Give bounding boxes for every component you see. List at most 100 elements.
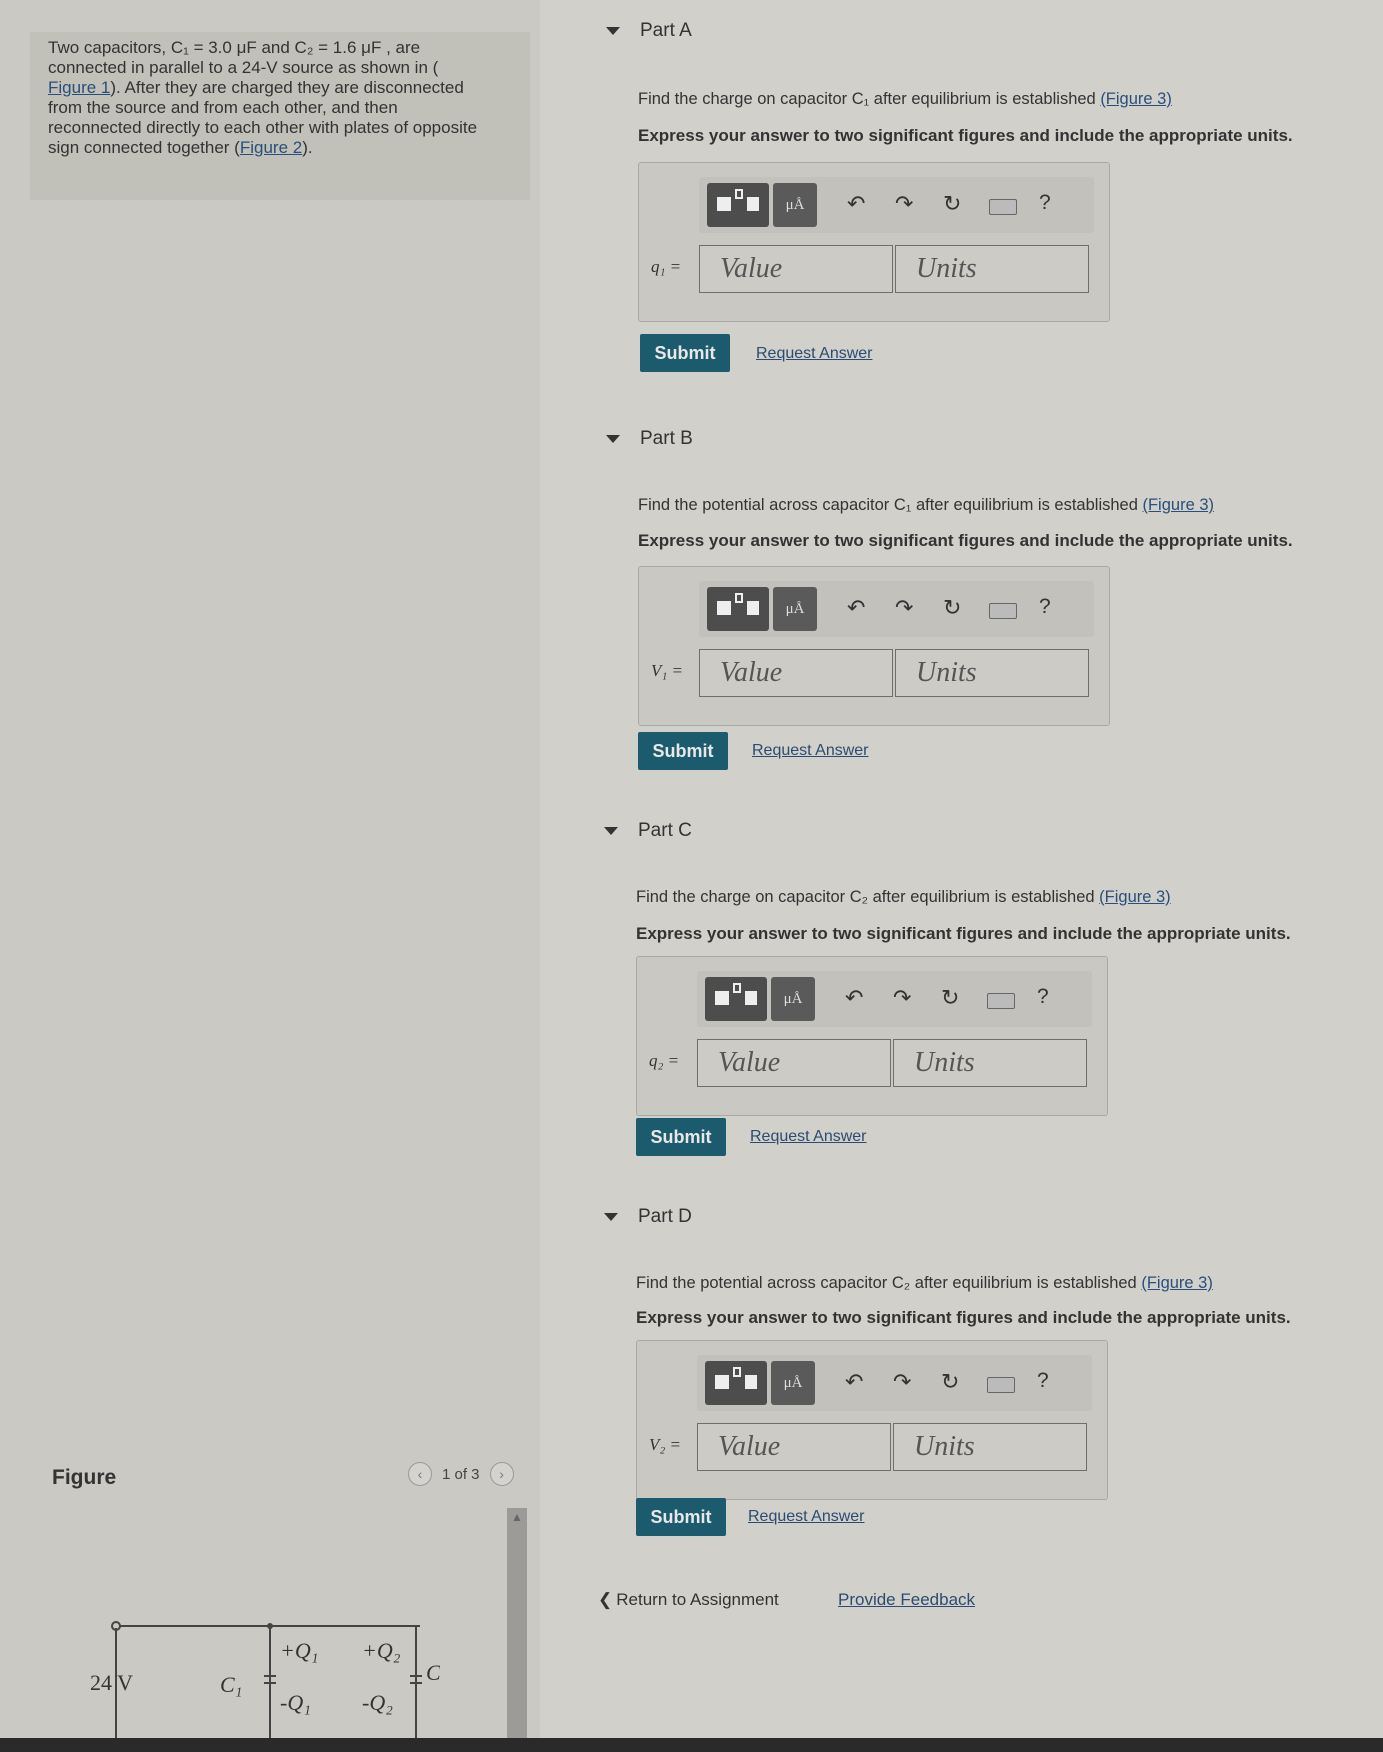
keyboard-icon[interactable]: [987, 1377, 1015, 1393]
reset-icon[interactable]: ↻: [941, 1369, 959, 1395]
provide-feedback-link[interactable]: Provide Feedback: [838, 1590, 975, 1610]
figure-3-link[interactable]: (Figure 3): [1100, 90, 1172, 108]
help-icon[interactable]: ?: [1039, 191, 1051, 215]
undo-icon[interactable]: ↶: [847, 191, 865, 217]
undo-icon[interactable]: ↶: [845, 985, 863, 1011]
units-input[interactable]: Units: [895, 649, 1089, 697]
units-input[interactable]: Units: [893, 1423, 1087, 1471]
collapse-caret-icon[interactable]: [606, 435, 620, 443]
figure-3-link[interactable]: (Figure 3): [1099, 888, 1171, 906]
value-input[interactable]: Value: [697, 1423, 891, 1471]
units-input[interactable]: Units: [893, 1039, 1087, 1087]
part-d-submit-button[interactable]: Submit: [636, 1498, 726, 1536]
problem-line: Two capacitors, C₁ = 3.0 μF and C₂ = 1.6…: [48, 38, 421, 57]
part-c-header[interactable]: Part C: [604, 820, 692, 842]
redo-icon[interactable]: ↷: [895, 595, 913, 621]
redo-icon[interactable]: ↷: [895, 191, 913, 217]
part-b-instruction: Express your answer to two significant f…: [638, 531, 1293, 550]
problem-line: connected in parallel to a 24-V source a…: [48, 58, 439, 77]
collapse-caret-icon[interactable]: [604, 827, 618, 835]
q2-pos-label: +Q₂: [362, 1638, 401, 1663]
units-input[interactable]: Units: [895, 245, 1089, 293]
units-icon[interactable]: μÅ: [773, 183, 817, 227]
part-a-instruction: Express your answer to two significant f…: [638, 126, 1293, 145]
figure-3-link[interactable]: (Figure 3): [1142, 496, 1214, 514]
return-to-assignment-link[interactable]: ❮ Return to Assignment: [598, 1590, 779, 1610]
math-toolbar: μÅ ↶ ↷ ↻ ?: [697, 971, 1092, 1027]
chevron-left-icon: ❮: [598, 1590, 613, 1609]
variable-label: V₁ =: [651, 661, 684, 680]
part-a-question: Find the charge on capacitor C₁ after eq…: [638, 90, 1172, 109]
taskbar: [0, 1738, 1383, 1752]
part-c-request-answer-link[interactable]: Request Answer: [750, 1128, 867, 1146]
help-icon[interactable]: ?: [1037, 1369, 1049, 1393]
q1-neg-label: -Q₁: [280, 1690, 311, 1715]
part-a-request-answer-link[interactable]: Request Answer: [756, 345, 873, 363]
part-b-question: Find the potential across capacitor C₁ a…: [638, 496, 1214, 515]
problem-line: sign connected together (: [48, 138, 240, 157]
question-text: Find the charge on capacitor C₂ after eq…: [636, 888, 1100, 906]
q1-pos-label: +Q₁: [280, 1638, 318, 1663]
help-icon[interactable]: ?: [1037, 985, 1049, 1009]
part-c-instruction: Express your answer to two significant f…: [636, 924, 1291, 943]
part-d-header[interactable]: Part D: [604, 1206, 692, 1228]
c1-label: C₁: [220, 1672, 242, 1697]
units-icon[interactable]: μÅ: [771, 977, 815, 1021]
problem-line: reconnected directly to each other with …: [48, 118, 478, 137]
keyboard-icon[interactable]: [989, 199, 1017, 215]
math-toolbar: μÅ ↶ ↷ ↻ ?: [699, 581, 1094, 637]
variable-label: q₂ =: [649, 1051, 680, 1070]
part-a-answer-box: μÅ ↶ ↷ ↻ ? q₁ = Value Units: [638, 162, 1110, 322]
units-icon[interactable]: μÅ: [773, 587, 817, 631]
scroll-up-arrow-icon[interactable]: ▲: [511, 1510, 523, 1524]
templates-icon[interactable]: [707, 183, 769, 227]
part-b-header[interactable]: Part B: [606, 428, 693, 450]
part-b-submit-button[interactable]: Submit: [638, 732, 728, 770]
value-input[interactable]: Value: [699, 649, 893, 697]
figure-scrollbar[interactable]: [507, 1508, 527, 1752]
templates-icon[interactable]: [705, 977, 767, 1021]
circuit-figure: 24 V C₁ +Q₁ -Q₁ +Q₂ -Q₂ C₂: [90, 1621, 440, 1738]
units-icon[interactable]: μÅ: [771, 1361, 815, 1405]
reset-icon[interactable]: ↻: [943, 595, 961, 621]
part-c-submit-button[interactable]: Submit: [636, 1118, 726, 1156]
part-d-instruction: Express your answer to two significant f…: [636, 1308, 1291, 1327]
reset-icon[interactable]: ↻: [943, 191, 961, 217]
templates-icon[interactable]: [705, 1361, 767, 1405]
undo-icon[interactable]: ↶: [847, 595, 865, 621]
math-toolbar: μÅ ↶ ↷ ↻ ?: [697, 1355, 1092, 1411]
figure-page-indicator: 1 of 3: [442, 1465, 480, 1483]
part-title: Part C: [638, 820, 692, 841]
part-d-request-answer-link[interactable]: Request Answer: [748, 1508, 865, 1526]
redo-icon[interactable]: ↷: [893, 1369, 911, 1395]
undo-icon[interactable]: ↶: [845, 1369, 863, 1395]
part-title: Part A: [640, 20, 692, 41]
figure-2-link[interactable]: Figure 2: [240, 138, 302, 157]
question-text: Find the potential across capacitor C₁ a…: [638, 496, 1143, 514]
problem-line: ).: [302, 138, 313, 157]
redo-icon[interactable]: ↷: [893, 985, 911, 1011]
question-text: Find the potential across capacitor C₂ a…: [636, 1274, 1142, 1292]
part-a-header[interactable]: Part A: [606, 20, 692, 42]
source-label: 24 V: [90, 1670, 133, 1695]
reset-icon[interactable]: ↻: [941, 985, 959, 1011]
part-d-question: Find the potential across capacitor C₂ a…: [636, 1274, 1213, 1293]
q2-neg-label: -Q₂: [362, 1690, 393, 1715]
junction-dot: [267, 1623, 273, 1629]
value-input[interactable]: Value: [697, 1039, 891, 1087]
figure-3-link[interactable]: (Figure 3): [1141, 1274, 1213, 1292]
part-a-submit-button[interactable]: Submit: [640, 334, 730, 372]
figure-heading: Figure: [52, 1466, 117, 1489]
collapse-caret-icon[interactable]: [604, 1213, 618, 1221]
prev-figure-button[interactable]: ‹: [408, 1462, 432, 1486]
collapse-caret-icon[interactable]: [606, 27, 620, 35]
keyboard-icon[interactable]: [989, 603, 1017, 619]
help-icon[interactable]: ?: [1039, 595, 1051, 619]
c2-label: C₂: [426, 1660, 440, 1685]
value-input[interactable]: Value: [699, 245, 893, 293]
next-figure-button[interactable]: ›: [489, 1462, 514, 1486]
part-b-request-answer-link[interactable]: Request Answer: [752, 742, 869, 760]
templates-icon[interactable]: [707, 587, 769, 631]
keyboard-icon[interactable]: [987, 993, 1015, 1009]
figure-1-link[interactable]: Figure 1: [48, 78, 110, 97]
